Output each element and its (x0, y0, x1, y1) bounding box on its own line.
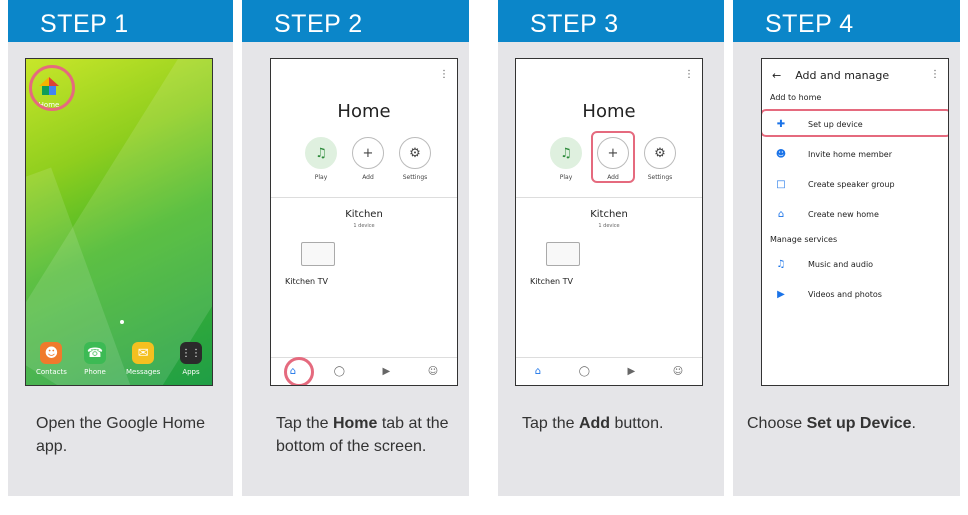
phone-app-icon[interactable]: ☎ Phone (84, 342, 106, 376)
settings-button[interactable]: ⚙ (399, 137, 431, 169)
step-description: Open the Google Home app. (36, 415, 205, 455)
invite-member-item[interactable]: ☻ Invite home member (770, 143, 942, 165)
section-heading: Add to home (770, 93, 822, 102)
discover-tab-icon[interactable]: ◯ (334, 366, 345, 377)
step-card-4: STEP 4 ← Add and manage ⋮ Add to home ✚ S… (733, 0, 960, 496)
room-name: Kitchen (590, 209, 628, 220)
section-heading: Manage services (770, 235, 838, 244)
page-indicator (120, 320, 124, 324)
media-tab-icon[interactable]: ▶ (627, 366, 635, 377)
play-button[interactable]: ♫ (550, 137, 582, 169)
music-audio-item[interactable]: ♫ Music and audio (770, 253, 942, 275)
messages-app-icon[interactable]: ✉ Messages (126, 342, 160, 376)
device-label: Kitchen TV (285, 277, 328, 286)
add-person-icon: ☻ (775, 148, 787, 160)
tv-device-icon[interactable] (301, 242, 335, 266)
new-home-item[interactable]: ⌂ Create new home (770, 203, 942, 225)
contacts-app-icon[interactable]: ☻ Contacts (36, 342, 67, 376)
room-device-count: 1 device (598, 223, 620, 229)
videos-photos-item[interactable]: ▶ Videos and photos (770, 283, 942, 305)
step-description: Tap the Add button. (522, 415, 664, 432)
speaker-group-item[interactable]: □ Create speaker group (770, 173, 942, 195)
settings-button[interactable]: ⚙ (644, 137, 676, 169)
more-options-icon[interactable]: ⋮ (684, 69, 694, 80)
instructions-page: STEP 1 Home ☻ Contacts ☎ Phone ✉ Message… (0, 0, 968, 515)
settings-label: Settings (647, 174, 673, 181)
play-label: Play (314, 174, 328, 181)
discover-tab-icon[interactable]: ◯ (579, 366, 590, 377)
phone-screenshot-add-and-manage: ← Add and manage ⋮ Add to home ✚ Set up d… (761, 58, 949, 386)
phone-screenshot-google-home: ⋮ Home ♫ + ⚙ Play Add Settings Kitchen 1… (515, 58, 703, 386)
phone-screenshot-home-screen: Home ☻ Contacts ☎ Phone ✉ Messages ⋮⋮ Apps (25, 58, 213, 386)
room-device-count: 1 device (353, 223, 375, 229)
step-title: STEP 1 (8, 0, 233, 42)
screen-title: Home (582, 101, 636, 122)
add-label: Add (362, 174, 374, 181)
music-note-icon: ♫ (776, 258, 786, 270)
play-button[interactable]: ♫ (305, 137, 337, 169)
media-tab-icon[interactable]: ▶ (382, 366, 390, 377)
room-name: Kitchen (345, 209, 383, 220)
step-description: Tap the Home tab at the bottom of the sc… (276, 415, 449, 455)
settings-label: Settings (402, 174, 428, 181)
step-card-1: STEP 1 Home ☻ Contacts ☎ Phone ✉ Message… (8, 0, 233, 496)
highlight-box (762, 109, 948, 137)
step-title: STEP 3 (498, 0, 724, 42)
highlight-circle (29, 65, 75, 111)
divider (271, 197, 457, 198)
more-options-icon[interactable]: ⋮ (930, 69, 940, 80)
step-card-3: STEP 3 ⋮ Home ♫ + ⚙ Play Add Settings Ki… (498, 0, 724, 496)
account-tab-icon[interactable]: ☺ (673, 366, 683, 377)
play-label: Play (559, 174, 573, 181)
screen-title: Home (337, 101, 391, 122)
step-description: Choose Set up Device. (747, 415, 916, 432)
highlight-circle (284, 357, 314, 385)
home-tab-icon[interactable]: ⌂ (535, 366, 541, 377)
step-title: STEP 4 (733, 0, 960, 42)
account-tab-icon[interactable]: ☺ (428, 366, 438, 377)
house-icon: ⌂ (777, 208, 785, 220)
screen-header: ← Add and manage (772, 69, 889, 82)
back-arrow-icon[interactable]: ← (772, 69, 781, 82)
phone-screenshot-google-home: ⋮ Home ♫ + ⚙ Play Add Settings Kitchen 1… (270, 58, 458, 386)
add-button[interactable]: + (352, 137, 384, 169)
video-icon: ▶ (777, 288, 785, 300)
apps-icon[interactable]: ⋮⋮ Apps (180, 342, 202, 376)
device-label: Kitchen TV (530, 277, 573, 286)
step-title: STEP 2 (242, 0, 469, 42)
bottom-nav: ⌂ ◯ ▶ ☺ (516, 357, 702, 385)
screen-title: Add and manage (795, 69, 890, 82)
highlight-box (591, 131, 635, 183)
speaker-icon: □ (776, 178, 786, 190)
divider (516, 197, 702, 198)
tv-device-icon[interactable] (546, 242, 580, 266)
step-card-2: STEP 2 ⋮ Home ♫ + ⚙ Play Add Settings Ki… (242, 0, 469, 496)
more-options-icon[interactable]: ⋮ (439, 69, 449, 80)
